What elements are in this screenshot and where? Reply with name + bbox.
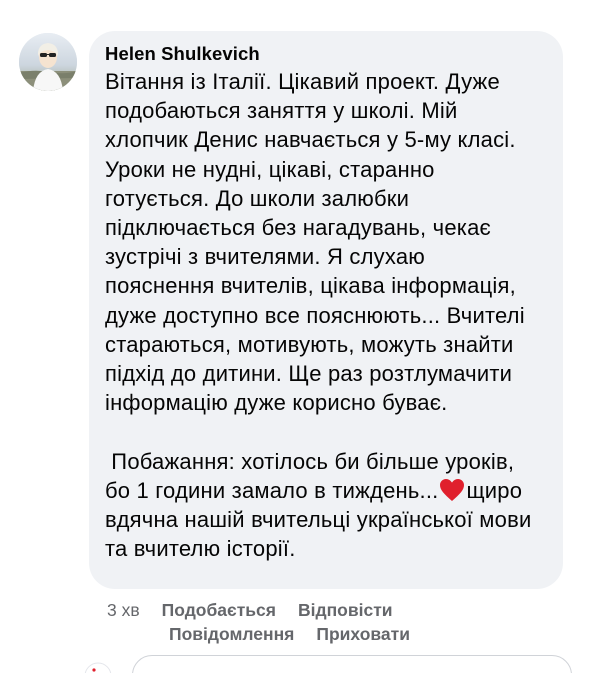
- comment-line: та вчителю історії.: [105, 536, 296, 562]
- reply-avatar-icon: [84, 662, 112, 673]
- comment-blank-line: [105, 417, 549, 446]
- reply-button[interactable]: Відповісти: [298, 600, 393, 620]
- actions-row: Повідомлення Приховати: [107, 622, 410, 646]
- comment-line: щиро: [466, 477, 523, 503]
- comment-actions: 3 хв Подобається Відповісти Повідомлення Пр…: [107, 598, 410, 646]
- comment-line: готується. До школи залюбки: [105, 185, 410, 211]
- comment-line: дуже доступно все пояснюють... Вчителі: [105, 302, 525, 328]
- comment-line: подобаються заняття у школі. Мій: [105, 98, 458, 124]
- author-avatar[interactable]: [19, 33, 77, 91]
- comment-line: підключається без нагадувань, чекає: [105, 215, 491, 241]
- comment-author[interactable]: Helen Shulkevich: [105, 43, 549, 65]
- comment-line: інформацію дуже корисно буває.: [105, 390, 448, 416]
- comment-line: Вітання із Італії. Цікавий проект. Дуже: [105, 69, 500, 94]
- comment-bubble: Helen Shulkevich Вітання із Італії. Ціка…: [89, 31, 563, 589]
- comment-line-with-heart: бо 1 години замало в тиждень... щиро: [105, 476, 549, 505]
- like-button[interactable]: Подобається: [162, 600, 276, 620]
- comment-text: Вітання із Італії. Цікавий проект. Дуже …: [105, 67, 549, 563]
- comment-line: хлопчик Денис навчається у 5-му класі.: [105, 127, 516, 153]
- comment-line: бо 1 години замало в тиждень...: [105, 477, 439, 503]
- comment-line: Уроки не нудні, цікаві, старанно: [105, 156, 435, 182]
- reply-avatar: [84, 662, 112, 673]
- red-heart-icon: [439, 478, 465, 502]
- reply-input[interactable]: [132, 655, 572, 673]
- hide-button[interactable]: Приховати: [316, 624, 410, 644]
- comment-line: зустрічі з вчителями. Я слухаю: [105, 244, 425, 270]
- actions-row: 3 хв Подобається Відповісти: [107, 598, 410, 622]
- message-button[interactable]: Повідомлення: [169, 624, 294, 644]
- comment-line: пояснення вчителів, цікава інформація,: [105, 273, 516, 299]
- comment-thread: Helen Shulkevich Вітання із Італії. Ціка…: [0, 0, 590, 673]
- comment-line: вдячна нашій вчительці української мови: [105, 507, 532, 533]
- comment-line: стараються, мотивують, можуть знайти: [105, 331, 514, 357]
- comment-line: підхід до дитини. Ще раз розтлумачити: [105, 361, 513, 387]
- comment-timestamp[interactable]: 3 хв: [107, 600, 140, 620]
- comment-line: Побажання: хотілось би більше уроків,: [105, 448, 515, 474]
- avatar-photo-icon: [19, 33, 77, 91]
